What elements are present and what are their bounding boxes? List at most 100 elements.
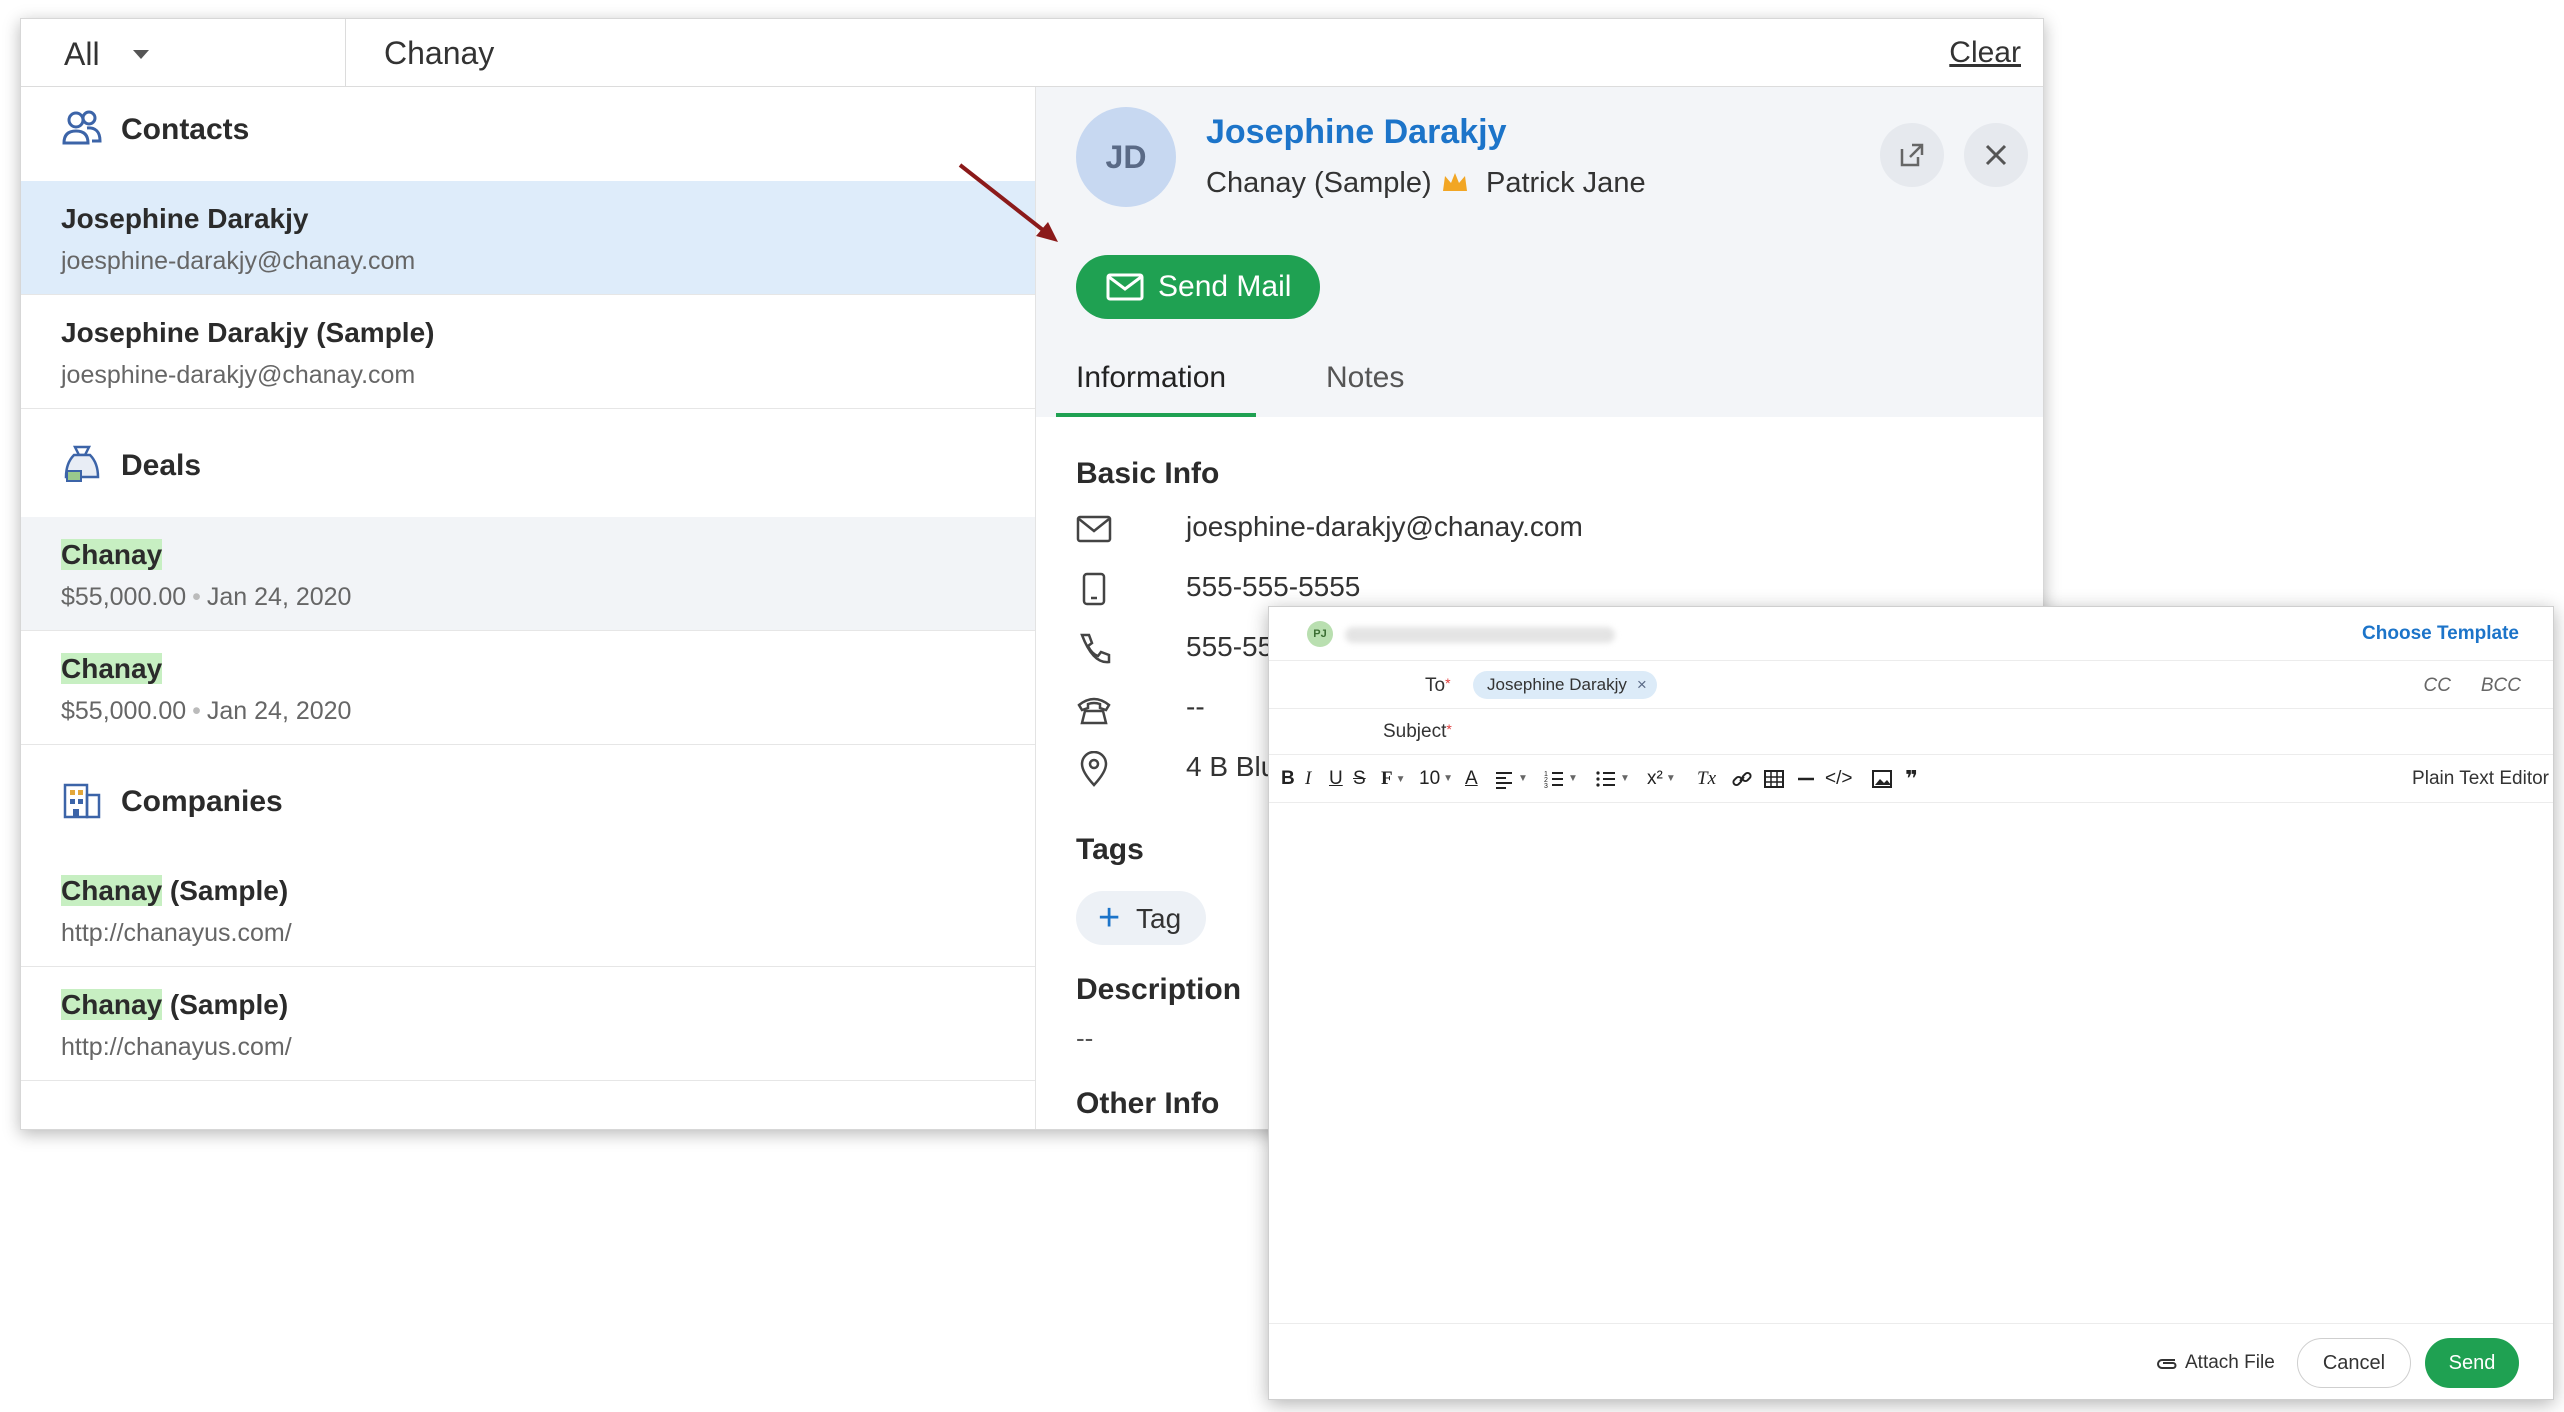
info-mobile[interactable]: 555-555-5555 xyxy=(1186,571,1360,603)
clear-formatting-button[interactable]: Tx xyxy=(1697,767,1716,791)
section-contacts: Contacts xyxy=(21,87,1035,167)
filter-dropdown[interactable]: All xyxy=(21,19,346,87)
chevron-down-icon: ▼ xyxy=(1665,773,1676,784)
contact-result[interactable]: Josephine Darakjy joesphine-darakjy@chan… xyxy=(21,181,1035,295)
contact-email: joesphine-darakjy@chanay.com xyxy=(61,361,416,389)
money-bag-icon xyxy=(64,445,100,482)
company-name-rest: (Sample) xyxy=(162,875,289,906)
deal-amount: $55,000.00 xyxy=(61,583,187,611)
company-name: Chanay (Sample) xyxy=(61,989,288,1021)
section-title: Deals xyxy=(121,449,202,482)
detail-account-name[interactable]: Chanay (Sample) xyxy=(1206,167,1432,200)
search-bar: All Clear xyxy=(21,19,2043,87)
table-icon xyxy=(1764,769,1784,788)
chevron-down-icon: ▼ xyxy=(1568,773,1578,784)
deal-date: Jan 24, 2020 xyxy=(206,583,352,611)
company-result[interactable]: Chanay (Sample) http://chanayus.com/ xyxy=(21,967,1035,1081)
tab-information[interactable]: Information xyxy=(1076,361,1226,395)
numbered-list-icon: 123 xyxy=(1544,771,1563,790)
company-result[interactable]: Chanay (Sample) http://chanayus.com/ xyxy=(21,853,1035,967)
deal-name: Chanay xyxy=(61,653,163,685)
send-mail-label: Send Mail xyxy=(1158,270,1292,303)
chevron-down-icon: ▼ xyxy=(1443,773,1454,784)
underline-button[interactable]: U xyxy=(1329,767,1343,791)
company-name: Chanay (Sample) xyxy=(61,875,288,907)
to-label: To* xyxy=(1425,675,1451,697)
font-color-button[interactable]: A xyxy=(1465,767,1478,791)
company-url: http://chanayus.com/ xyxy=(61,1033,292,1061)
align-dropdown[interactable]: ▼ xyxy=(1493,767,1528,791)
insert-table-button[interactable] xyxy=(1763,767,1785,791)
description-value: -- xyxy=(1076,1023,1094,1053)
from-row: PJ Choose Template xyxy=(1269,607,2553,661)
other-info-heading: Other Info xyxy=(1076,1087,1220,1120)
bold-button[interactable]: B xyxy=(1281,767,1295,791)
svg-text:3: 3 xyxy=(1544,783,1548,790)
code-button[interactable]: </> xyxy=(1825,767,1852,791)
detail-contact-name[interactable]: Josephine Darakjy xyxy=(1206,113,1506,152)
search-input[interactable] xyxy=(366,19,1866,87)
superscript-dropdown[interactable]: x² ▼ xyxy=(1647,767,1676,791)
choose-template-link[interactable]: Choose Template xyxy=(2362,623,2519,645)
horizontal-line-button[interactable] xyxy=(1795,767,1817,791)
mobile-phone-icon xyxy=(1082,572,1106,606)
deal-result[interactable]: Chanay $55,000.00 • Jan 24, 2020 xyxy=(21,517,1035,631)
tags-heading: Tags xyxy=(1076,833,1144,866)
send-button[interactable]: Send xyxy=(2425,1338,2519,1388)
insert-link-button[interactable] xyxy=(1731,767,1753,791)
clear-link[interactable]: Clear xyxy=(1949,36,2021,70)
contact-name: Josephine Darakjy xyxy=(61,203,309,234)
subject-label-text: Subject xyxy=(1383,721,1447,742)
paperclip-icon xyxy=(2157,1358,2177,1369)
building-icon xyxy=(63,783,101,819)
recipient-chip[interactable]: Josephine Darakjy × xyxy=(1473,671,1657,699)
info-email[interactable]: joesphine-darakjy@chanay.com xyxy=(1186,511,1583,543)
email-body-editor[interactable] xyxy=(1269,803,2553,1323)
image-icon xyxy=(1872,769,1892,788)
contact-name: Josephine Darakjy (Sample) xyxy=(61,317,435,348)
add-tag-button[interactable]: + Tag xyxy=(1076,891,1206,945)
filter-label: All xyxy=(64,36,100,72)
insert-image-button[interactable] xyxy=(1871,767,1893,791)
contact-result[interactable]: Josephine Darakjy (Sample) joesphine-dar… xyxy=(21,295,1035,409)
cc-link[interactable]: CC xyxy=(2424,675,2451,697)
font-size-label: 10 xyxy=(1419,768,1441,790)
deal-result[interactable]: Chanay $55,000.00 • Jan 24, 2020 xyxy=(21,631,1035,745)
calendar-icon xyxy=(61,1127,103,1130)
numbered-list-dropdown[interactable]: 1 2 3 ▼ xyxy=(1543,767,1578,791)
bcc-link[interactable]: BCC xyxy=(2481,675,2521,697)
tab-notes[interactable]: Notes xyxy=(1326,361,1404,395)
italic-button[interactable]: I xyxy=(1305,767,1311,791)
close-icon[interactable]: × xyxy=(1637,671,1647,699)
chevron-down-icon: ▼ xyxy=(1620,773,1630,784)
from-avatar: PJ xyxy=(1307,621,1333,647)
info-email-row: joesphine-darakjy@chanay.com xyxy=(1076,507,1976,551)
close-detail-button[interactable] xyxy=(1964,123,2028,187)
align-left-icon xyxy=(1496,772,1512,789)
external-link-icon xyxy=(1900,143,1924,167)
plus-icon: + xyxy=(1098,897,1121,939)
font-family-dropdown[interactable]: F ▼ xyxy=(1381,767,1406,791)
search-results: Contacts Josephine Darakjy joesphine-dar… xyxy=(21,87,1035,1130)
open-in-new-button[interactable] xyxy=(1880,123,1944,187)
attach-file-button[interactable]: Attach File xyxy=(2153,1352,2275,1374)
from-address-blurred[interactable] xyxy=(1345,627,1615,643)
bullet-list-dropdown[interactable]: ▼ xyxy=(1595,767,1630,791)
to-label-text: To xyxy=(1425,675,1446,696)
subject-input[interactable] xyxy=(1469,715,2519,749)
subject-row: Subject* xyxy=(1269,709,2553,755)
separator-dot: • xyxy=(192,697,201,725)
detail-header: JD Josephine Darakjy Chanay (Sample) Pat… xyxy=(1036,87,2043,417)
basic-info-heading: Basic Info xyxy=(1076,457,1220,490)
deal-meta: $55,000.00 • Jan 24, 2020 xyxy=(61,697,351,726)
blockquote-button[interactable]: ❞ xyxy=(1905,767,1918,791)
plain-text-editor-link[interactable]: Plain Text Editor xyxy=(2412,768,2549,790)
cancel-button[interactable]: Cancel xyxy=(2297,1338,2411,1388)
strikethrough-button[interactable]: S xyxy=(1353,767,1366,791)
to-row[interactable]: To* Josephine Darakjy × CC BCC xyxy=(1269,661,2553,709)
deal-amount: $55,000.00 xyxy=(61,697,187,725)
send-mail-button[interactable]: Send Mail xyxy=(1076,255,1320,319)
match-highlight: Chanay xyxy=(61,989,163,1020)
section-title: Companies xyxy=(121,785,283,818)
font-size-dropdown[interactable]: 10 ▼ xyxy=(1419,767,1453,791)
